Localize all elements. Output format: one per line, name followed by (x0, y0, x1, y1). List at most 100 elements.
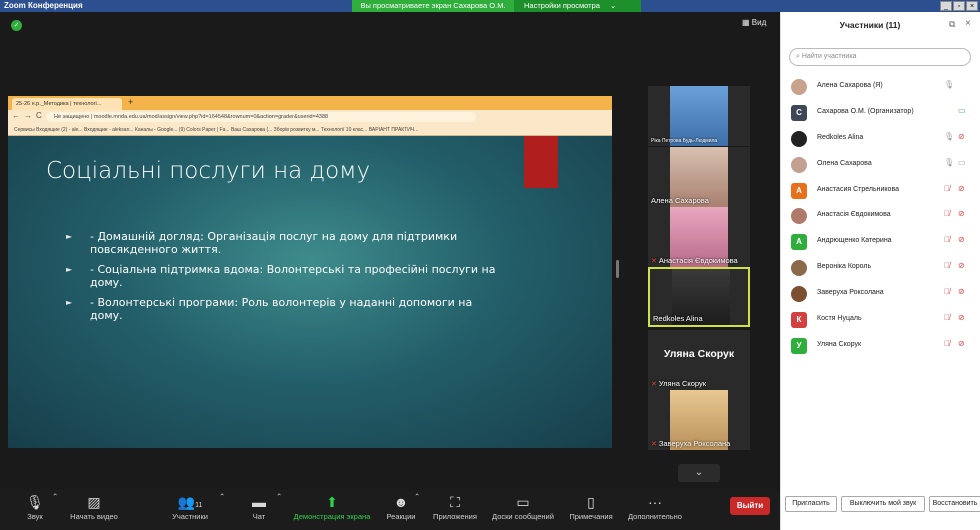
participant-row[interactable]: К Костя Нуцаль 🎙̸ ⊘ (781, 307, 980, 333)
reactions-icon: ☻ (393, 494, 409, 510)
browser-url: Не защищено | moodle.mnda.edu.ua/mod/ass… (46, 112, 476, 122)
panel-actions: Пригласить Выключить мой звук Восстанови… (781, 496, 980, 514)
tile-name: ✕ Заверуха Роксолана (651, 439, 731, 448)
participant-row[interactable]: Олена Сахарова 🎙 ▭ (781, 152, 980, 178)
slide-bullet: ► - Волонтерські програми: Роль волонтері… (66, 296, 473, 322)
close-window-button[interactable]: × (966, 1, 978, 11)
bullet-arrow-icon: ► (66, 298, 73, 307)
microphone-icon[interactable]: 🎙 (944, 132, 954, 141)
apps-icon: ⛶ (450, 494, 460, 510)
video-icon[interactable]: ▭ (958, 106, 966, 115)
video-off-icon[interactable]: ⊘ (958, 313, 965, 322)
video-tile[interactable]: Уляна Скорук ✕ Уляна Скорук (648, 330, 750, 390)
video-tile[interactable]: ✕ Заверуха Роксолана (648, 390, 750, 450)
avatar: У (791, 337, 807, 354)
avatar (791, 286, 807, 303)
participant-row[interactable]: У Уляна Скорук 🎙̸ ⊘ (781, 333, 980, 359)
audio-button[interactable]: 🎙 Звук (20, 492, 50, 521)
slide-accent-block (524, 136, 558, 188)
video-off-icon[interactable]: ⊘ (958, 184, 965, 193)
presentation-slide: Соціальні послуги на дому ► - Домашній до… (8, 136, 612, 448)
browser-address-bar: ←→C Не защищено | moodle.mnda.edu.ua/mod… (8, 110, 612, 124)
maximize-button[interactable]: ▫ (953, 1, 965, 11)
chat-options-chevron[interactable]: ⌃ (276, 492, 282, 501)
participant-row[interactable]: Анастасія Євдокимова 🎙̸ ⊘ (781, 203, 980, 229)
tile-big-name: Уляна Скорук (663, 348, 735, 360)
leave-button[interactable]: Выйти (730, 497, 770, 515)
more-button[interactable]: ··· Дополнительно (624, 492, 686, 521)
grid-icon: ▦ (742, 18, 750, 27)
bullet-arrow-icon: ► (66, 232, 73, 241)
view-settings-button[interactable]: Настройки просмотра ⌄ (514, 0, 641, 12)
resize-handle[interactable] (616, 260, 619, 278)
mic-muted-icon[interactable]: 🎙̸ (944, 261, 950, 270)
participant-name: Анастасия Стрельникова (817, 185, 899, 193)
video-tile-active-speaker[interactable]: Redkoles Alina (648, 267, 750, 327)
participant-row[interactable]: А Анастасия Стрельникова 🎙̸ ⊘ (781, 178, 980, 204)
start-video-button[interactable]: ▨ Начать видео (64, 492, 124, 521)
minimize-button[interactable]: _ (940, 1, 952, 11)
app-title: Zoom Конференция (4, 1, 83, 10)
chat-button[interactable]: ▬ Чат (246, 492, 272, 521)
whiteboard-icon: ▭ (516, 494, 530, 510)
popout-icon[interactable]: ⧉ (949, 19, 955, 30)
video-icon[interactable]: ▭ (958, 158, 966, 167)
mic-muted-icon[interactable]: 🎙̸ (944, 235, 950, 244)
participants-options-chevron[interactable]: ⌃ (219, 492, 225, 501)
microphone-icon[interactable]: 🎙 (944, 80, 954, 89)
slide-bullet-list: ► - Домашній догляд: Організація послуг н… (66, 230, 506, 329)
mic-muted-icon[interactable]: 🎙̸ (944, 313, 950, 322)
mic-muted-icon[interactable]: 🎙̸ (944, 184, 950, 193)
apps-button[interactable]: ⛶ Приложения (430, 492, 480, 521)
search-input[interactable]: ⌕ Найти участника (789, 48, 971, 66)
video-off-icon[interactable]: ⊘ (958, 209, 965, 218)
participant-row[interactable]: С Сахарова О.М. (Организатор) ▭ (781, 100, 980, 126)
reactions-options-chevron[interactable]: ⌃ (414, 492, 420, 501)
video-tile[interactable]: ✕ Анастасія Євдокимова (648, 207, 750, 267)
participant-row[interactable]: Redkoles Alina 🎙 ⊘ (781, 126, 980, 152)
video-off-icon[interactable]: ⊘ (958, 287, 965, 296)
notes-button[interactable]: ▯ Примечания (566, 492, 616, 521)
tile-name: ✕ Анастасія Євдокимова (651, 256, 738, 265)
browser-nav-icons: ←→C (12, 111, 46, 120)
share-screen-button[interactable]: ⬆ Демонстрация экрана (290, 492, 374, 521)
video-tile[interactable]: Алена Сахарова (648, 147, 750, 207)
avatar: С (791, 104, 807, 121)
restore-button[interactable]: Восстановить (929, 496, 980, 512)
participant-video (670, 86, 728, 146)
microphone-icon[interactable]: 🎙 (944, 158, 954, 167)
mic-muted-icon[interactable]: 🎙̸ (944, 339, 950, 348)
avatar (791, 260, 807, 277)
chevron-down-icon: ⌄ (694, 467, 704, 478)
participant-row[interactable]: Вероніка Король 🎙̸ ⊘ (781, 255, 980, 281)
view-button[interactable]: ▦ Вид (742, 18, 766, 27)
mic-muted-icon: ✕ (651, 381, 657, 388)
video-off-icon[interactable]: ⊘ (958, 339, 965, 348)
scroll-down-button[interactable]: ⌄ (678, 464, 720, 482)
video-off-icon[interactable]: ⊘ (958, 132, 965, 141)
browser-bookmarks: Сервисы Входящие (2) - ale... Входящие -… (8, 124, 612, 136)
avatar: А (791, 234, 807, 251)
participant-row[interactable]: А Андрющенко Катерина 🎙̸ ⊘ (781, 229, 980, 255)
participant-name: Костя Нуцаль (817, 315, 862, 323)
close-icon[interactable]: × (965, 18, 971, 29)
video-tile[interactable]: Ріка Петрова Будь-Людмила (648, 86, 750, 146)
whiteboards-button[interactable]: ▭ Доски сообщений (488, 492, 558, 521)
audio-options-chevron[interactable]: ⌃ (52, 492, 58, 501)
participants-icon: 👥11 (177, 494, 203, 510)
mic-muted-icon[interactable]: 🎙̸ (944, 209, 950, 218)
mic-muted-icon: ✕ (651, 441, 657, 448)
shield-icon[interactable]: ✓ (11, 20, 22, 31)
participants-button[interactable]: 👥11 Участники (165, 492, 215, 521)
mic-muted-icon[interactable]: 🎙̸ (944, 287, 950, 296)
avatar: К (791, 312, 807, 329)
participant-row[interactable]: Заверуха Роксолана 🎙̸ ⊘ (781, 281, 980, 307)
chevron-down-icon: ⌄ (610, 1, 617, 10)
reactions-button[interactable]: ☻ Реакции (384, 492, 418, 521)
participant-row[interactable]: Алена Сахарова (Я) 🎙 (781, 74, 980, 100)
video-off-icon[interactable]: ⊘ (958, 261, 965, 270)
mute-me-button[interactable]: Выключить мой звук (841, 496, 925, 512)
slide-bullet: ► - Соціальна підтримка вдома: Волонтерсь… (66, 263, 496, 289)
video-off-icon[interactable]: ⊘ (958, 235, 965, 244)
invite-button[interactable]: Пригласить (785, 496, 837, 512)
